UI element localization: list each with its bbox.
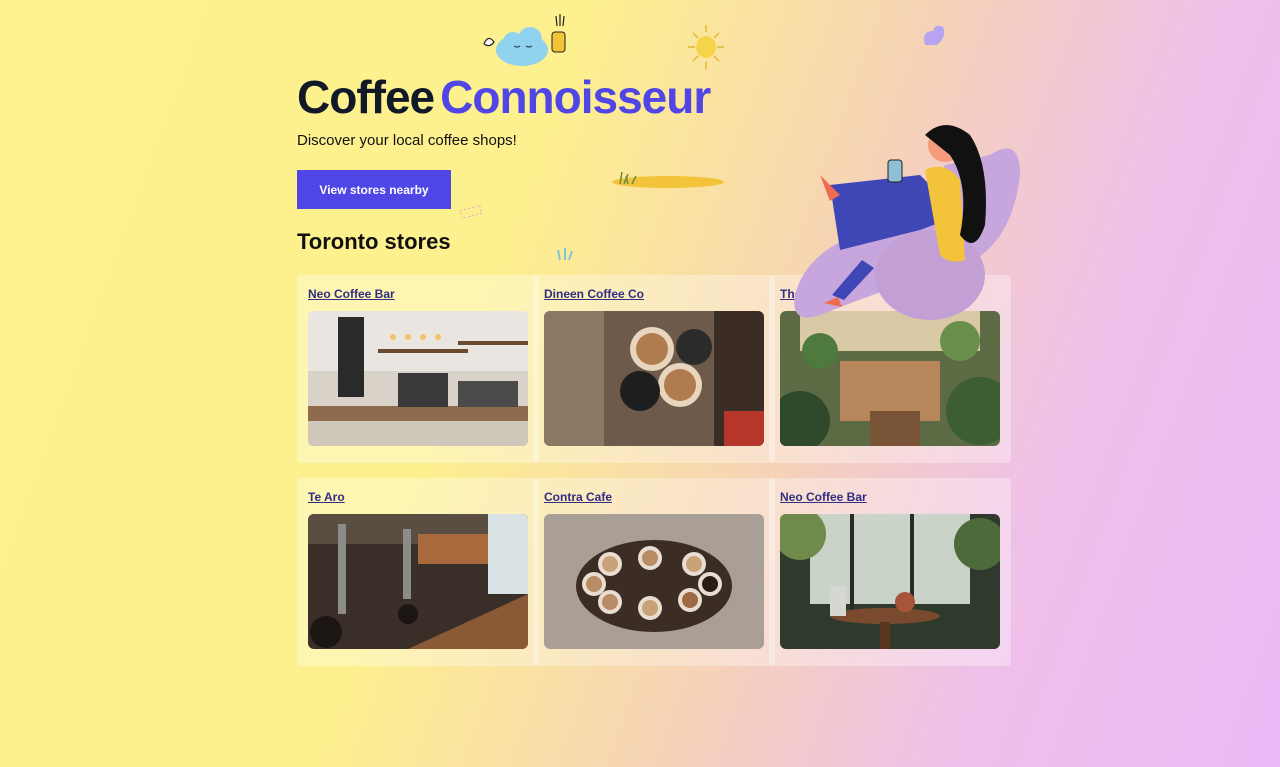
store-card[interactable]: Te Aro (297, 478, 539, 666)
store-card[interactable]: Neo Coffee Bar (769, 478, 1011, 666)
woman-on-chair-illustration (760, 115, 1030, 330)
store-card[interactable]: Contra Cafe (533, 478, 775, 666)
title-word-coffee: Coffee (297, 71, 435, 123)
store-link[interactable]: Neo Coffee Bar (780, 490, 867, 504)
store-link[interactable]: Contra Cafe (544, 490, 612, 504)
store-image-greenhouse-table[interactable] (780, 514, 1000, 649)
store-image-plant-patio[interactable] (780, 311, 1000, 446)
store-link[interactable]: Te Aro (308, 490, 345, 504)
store-card[interactable]: Neo Coffee Bar (297, 275, 539, 463)
store-link[interactable]: Neo Coffee Bar (308, 287, 395, 301)
cloud-with-cup-illustration (478, 12, 573, 72)
store-image-industrial-cafe[interactable] (308, 514, 528, 649)
store-image-latte-toast[interactable] (544, 311, 764, 446)
view-stores-nearby-button[interactable]: View stores nearby (297, 170, 451, 209)
sprout-icon (556, 246, 574, 262)
cloud-icon (483, 14, 566, 66)
title-word-connoisseur: Connoisseur (440, 71, 711, 123)
dots-pattern-icon (459, 204, 483, 220)
store-image-cafe-counter[interactable] (308, 311, 528, 446)
sun-icon (686, 23, 726, 69)
grass-patch-icon (610, 164, 726, 192)
section-title: Toronto stores (297, 229, 451, 254)
store-row: Te Aro Contra Cafe Neo Coffee Bar (297, 478, 1011, 666)
store-link[interactable]: Dineen Coffee Co (544, 287, 644, 301)
store-card[interactable]: Dineen Coffee Co (533, 275, 775, 463)
leaf-blob-icon (921, 25, 947, 49)
store-image-coffee-circle[interactable] (544, 514, 764, 649)
page-subtitle: Discover your local coffee shops! (297, 132, 517, 149)
page-title: Coffee Connoisseur (297, 70, 711, 124)
